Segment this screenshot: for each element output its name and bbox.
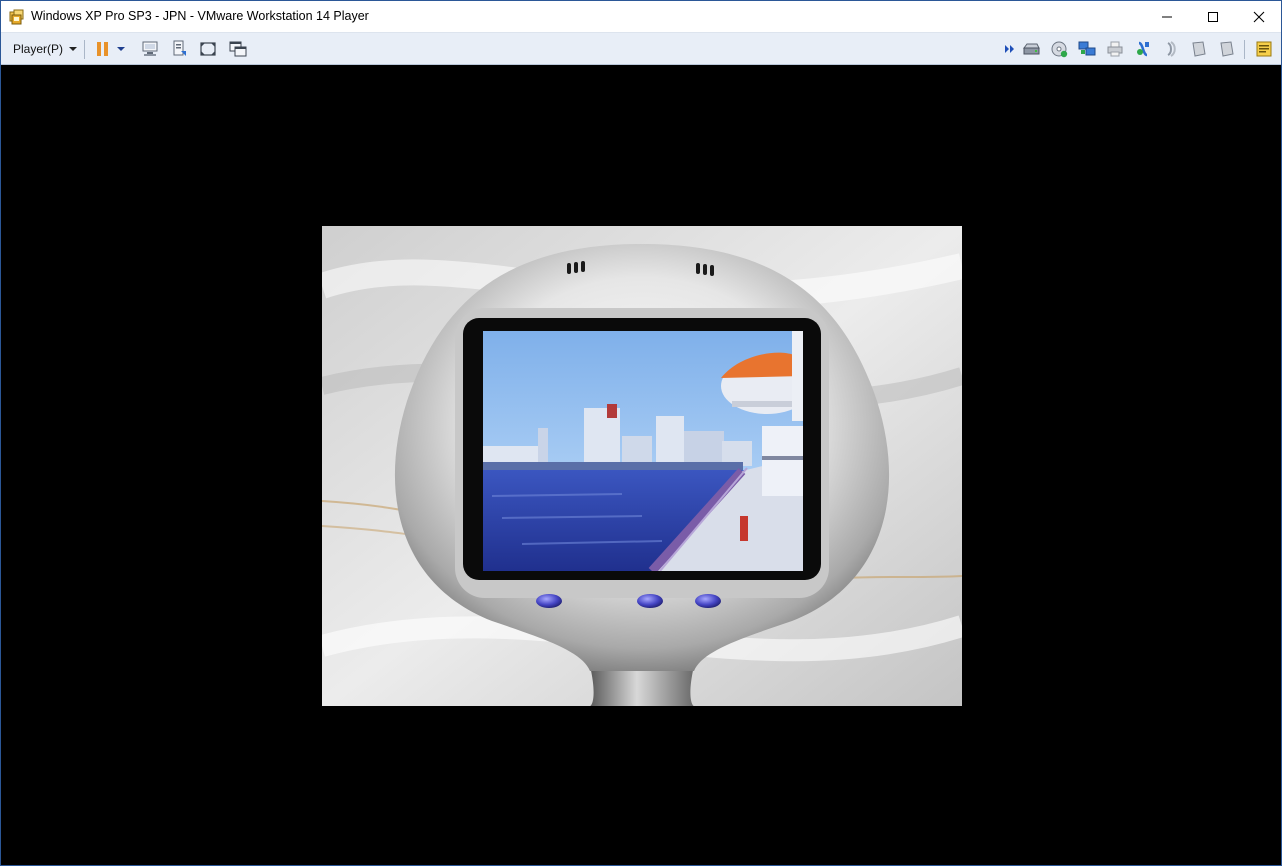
vm-guest-display[interactable] bbox=[322, 226, 962, 706]
hard-disk-button[interactable] bbox=[1021, 39, 1041, 59]
unity-button[interactable] bbox=[228, 39, 248, 59]
hard-disk-icon bbox=[1023, 43, 1040, 55]
toolbar-separator bbox=[1244, 40, 1245, 59]
pause-icon bbox=[97, 42, 108, 56]
harbor-photo bbox=[483, 331, 803, 571]
fullscreen-icon bbox=[200, 42, 216, 56]
snapshot-button[interactable] bbox=[169, 39, 189, 59]
device-button-right bbox=[695, 594, 721, 608]
minimize-icon bbox=[1162, 16, 1172, 17]
message-log-icon bbox=[1256, 41, 1272, 57]
network-adapter-icon bbox=[1078, 41, 1096, 56]
floppy-icon bbox=[1220, 41, 1234, 57]
vmware-player-window: Windows XP Pro SP3 - JPN - VMware Workst… bbox=[0, 0, 1282, 866]
vmware-app-icon[interactable] bbox=[9, 9, 25, 25]
chevron-down-icon bbox=[117, 47, 125, 51]
pause-button[interactable] bbox=[93, 39, 113, 59]
unity-icon bbox=[229, 41, 247, 57]
close-icon bbox=[1253, 11, 1265, 22]
send-ctrl-alt-del-button[interactable] bbox=[140, 39, 160, 59]
message-log-button[interactable] bbox=[1254, 39, 1274, 59]
chevron-down-icon bbox=[69, 47, 78, 51]
more-devices-icon bbox=[1005, 45, 1014, 53]
minimize-button[interactable] bbox=[1144, 1, 1190, 32]
power-options-dropdown[interactable] bbox=[115, 39, 127, 59]
more-devices-button[interactable] bbox=[1003, 39, 1017, 59]
player-menu-button[interactable]: Player(P) bbox=[8, 37, 81, 61]
maximize-icon bbox=[1208, 11, 1218, 22]
printer-button[interactable] bbox=[1105, 39, 1125, 59]
send-ctrl-alt-del-icon bbox=[142, 41, 158, 56]
floppy-2-button[interactable] bbox=[1217, 39, 1237, 59]
usb-icon bbox=[1137, 41, 1149, 57]
player-menu-label: Player(P) bbox=[13, 42, 64, 56]
device-button-middle bbox=[637, 594, 663, 608]
usb-button[interactable] bbox=[1133, 39, 1153, 59]
network-adapter-button[interactable] bbox=[1077, 39, 1097, 59]
cd-dvd-button[interactable] bbox=[1049, 39, 1069, 59]
toolbar-separator bbox=[84, 40, 85, 59]
title-bar[interactable]: Windows XP Pro SP3 - JPN - VMware Workst… bbox=[1, 1, 1281, 32]
sound-card-button[interactable] bbox=[1161, 39, 1181, 59]
window-title: Windows XP Pro SP3 - JPN - VMware Workst… bbox=[31, 9, 369, 23]
guest-screen-graphic bbox=[322, 226, 962, 706]
floppy-icon bbox=[1192, 41, 1206, 57]
maximize-button[interactable] bbox=[1190, 1, 1236, 32]
device-button-left bbox=[536, 594, 562, 608]
floppy-1-button[interactable] bbox=[1189, 39, 1209, 59]
printer-icon bbox=[1107, 41, 1123, 57]
player-toolbar: Player(P) bbox=[1, 32, 1281, 65]
fullscreen-button[interactable] bbox=[198, 39, 218, 59]
snapshot-icon bbox=[173, 40, 186, 56]
cd-dvd-icon bbox=[1051, 41, 1068, 58]
close-button[interactable] bbox=[1236, 1, 1282, 32]
sound-card-icon bbox=[1167, 41, 1176, 57]
